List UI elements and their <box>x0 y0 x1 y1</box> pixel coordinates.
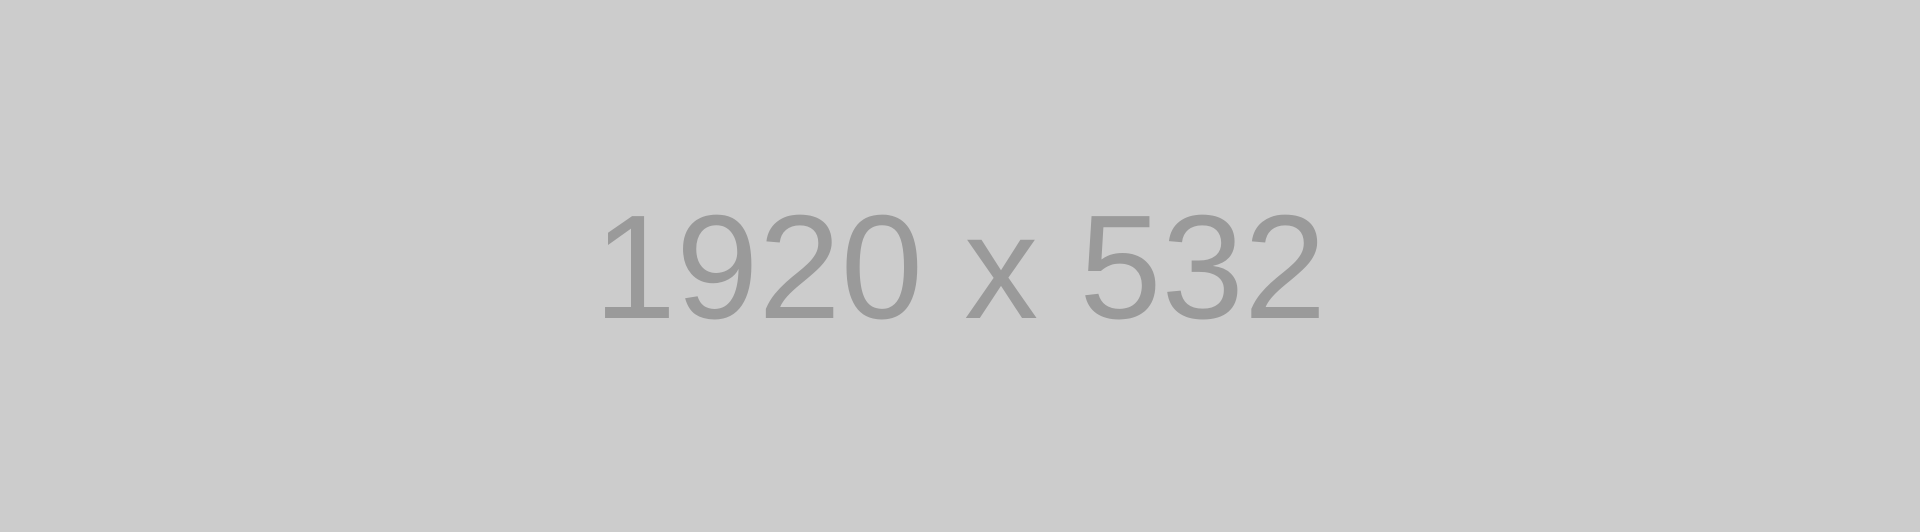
placeholder-image: 1920 x 532 <box>0 0 1920 532</box>
dimensions-label: 1920 x 532 <box>593 185 1327 350</box>
